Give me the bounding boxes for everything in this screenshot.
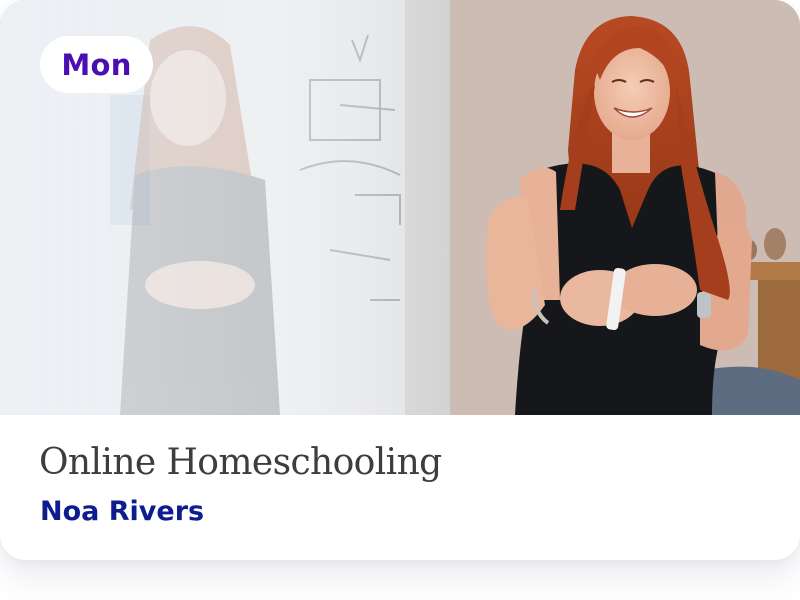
page: Mon Online Homeschooling Noa Rivers [0, 0, 800, 600]
course-title[interactable]: Online Homeschooling [39, 441, 442, 485]
day-badge: Mon [40, 36, 153, 93]
card-caption: Online Homeschooling Noa Rivers [0, 415, 800, 560]
class-card[interactable]: Mon Online Homeschooling Noa Rivers [0, 0, 800, 560]
instructor-name[interactable]: Noa Rivers [40, 494, 204, 530]
